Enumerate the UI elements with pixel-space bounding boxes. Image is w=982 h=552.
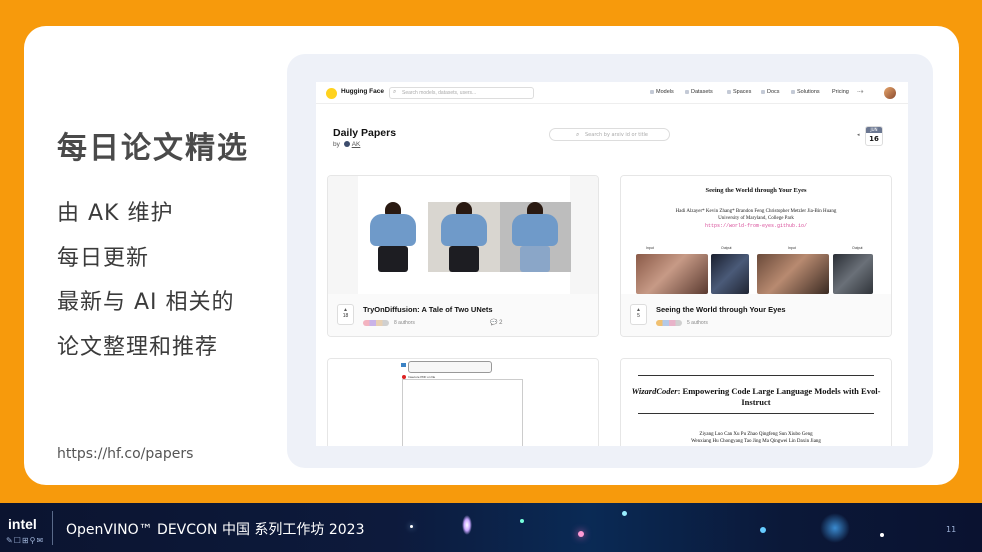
event-title: OpenVINO™ DEVCON 中国 系列工作坊 2023 <box>66 522 365 538</box>
hugging-face-logo-icon[interactable] <box>326 88 337 99</box>
user-avatar[interactable] <box>884 87 896 99</box>
nav-docs[interactable]: Docs <box>761 89 780 95</box>
face-photo <box>636 254 708 294</box>
reconstruction-image <box>711 254 749 294</box>
sparkle-decoration <box>520 519 524 523</box>
model-photo <box>429 202 499 272</box>
slide-title: 每日论文精选 <box>57 131 249 166</box>
search-icon: ⌕ <box>393 89 397 95</box>
hf-search-placeholder: Search models, datasets, users... <box>402 90 477 96</box>
spaces-icon <box>727 89 731 94</box>
paper-search-input[interactable]: ⌕ Search by arxiv id or title <box>549 128 670 141</box>
paper-card[interactable]: Seeing the World through Your Eyes Hadi … <box>620 175 892 337</box>
thumb-authors: Hadi Alzayer* Kevin Zhang* Brandon Feng … <box>675 209 837 221</box>
bullet-item: 每日更新 <box>57 245 150 271</box>
paper-thumbnail[interactable] <box>328 176 598 294</box>
paper-footer: ▲ 5 Seeing the World through Your Eyes 5 … <box>621 294 891 336</box>
thumb-label: Input <box>788 246 796 250</box>
thumb-label: Input <box>646 246 654 250</box>
title-rule <box>638 413 874 414</box>
pdf-toolbar <box>408 361 492 373</box>
comment-count[interactable]: 💬 2 <box>490 319 503 326</box>
search-icon: ⌕ <box>576 131 580 138</box>
upvote-button[interactable]: ▲ 5 <box>630 304 647 325</box>
hf-brand[interactable]: Hugging Face <box>341 88 384 95</box>
paper-thumbnail[interactable]: Insecure PDF on file <box>328 359 598 446</box>
title-rule <box>638 375 874 376</box>
face-photo <box>757 254 829 294</box>
bullet-list: 由 AK 维护 每日更新 最新与 AI 相关的 论文整理和推荐 <box>57 198 235 376</box>
slide-footer: intel ✎☐⊞⚲✉ OpenVINO™ DEVCON 中国 系列工作坊 20… <box>0 503 982 552</box>
thumb-label: Output <box>721 246 732 250</box>
bullet-item: 最新与 AI 相关的 <box>57 290 235 315</box>
sparkle-decoration <box>578 531 584 537</box>
bullet-item: 论文整理和推荐 <box>57 334 219 360</box>
pdf-icon <box>401 363 406 367</box>
paper-card[interactable]: Insecure PDF on file <box>327 358 599 446</box>
paper-thumbnail[interactable]: WizardCoder: Empowering Code Large Langu… <box>621 359 891 446</box>
thumb-authors: Ziyang Luo Can Xu Pu Zhao Qingfeng Sun X… <box>691 432 821 444</box>
author-count: 5 authors <box>687 320 708 326</box>
sparkle-decoration <box>880 533 884 537</box>
sparkle-decoration <box>462 515 472 535</box>
nav-models[interactable]: Models <box>650 89 674 95</box>
reconstruction-image <box>833 254 873 294</box>
thumb-url: https://world-from-eyes.github.io/ <box>704 223 808 229</box>
nav-solutions[interactable]: Solutions <box>791 89 820 95</box>
paper-search-placeholder: Search by arxiv id or title <box>585 132 649 138</box>
date-picker[interactable]: JUN 16 <box>865 126 883 146</box>
author-count: 8 authors <box>394 320 415 326</box>
paper-thumbnail[interactable]: Seeing the World through Your Eyes Hadi … <box>621 176 891 294</box>
footer-icons: ✎☐⊞⚲✉ <box>6 536 45 545</box>
paper-card[interactable]: ▲ 18 TryOnDiffusion: A Tale of Two UNets … <box>327 175 599 337</box>
hf-navbar: Hugging Face ⌕ Search models, datasets, … <box>316 82 908 104</box>
thumb-label: Output <box>852 246 863 250</box>
author-avatars <box>363 320 389 326</box>
nav-spaces[interactable]: Spaces <box>727 89 751 95</box>
paper-title[interactable]: Seeing the World through Your Eyes <box>656 305 786 314</box>
daily-papers-title: Daily Papers <box>333 127 397 139</box>
solutions-icon <box>791 89 795 94</box>
intel-logo: intel <box>8 516 37 532</box>
page-number: 11 <box>946 525 957 534</box>
footer-divider <box>52 511 53 545</box>
nav-pricing[interactable]: Pricing <box>832 89 849 95</box>
datasets-icon <box>685 89 689 94</box>
paper-title[interactable]: TryOnDiffusion: A Tale of Two UNets <box>363 305 493 314</box>
paper-card[interactable]: WizardCoder: Empowering Code Large Langu… <box>620 358 892 446</box>
sparkle-decoration <box>760 527 766 533</box>
hf-screenshot: Hugging Face ⌕ Search models, datasets, … <box>316 82 908 446</box>
docs-icon <box>761 89 765 94</box>
nav-datasets[interactable]: Datasets <box>685 89 713 95</box>
daily-papers-byline: by AK <box>333 141 361 148</box>
sparkle-decoration <box>622 511 627 516</box>
thumb-title: Seeing the World through Your Eyes <box>705 187 807 194</box>
vote-count: 18 <box>342 313 349 319</box>
tryon-image-strip <box>358 176 571 294</box>
model-photo <box>358 202 428 272</box>
paper-footer: ▲ 18 TryOnDiffusion: A Tale of Two UNets … <box>328 294 598 336</box>
ak-avatar-icon <box>343 141 350 148</box>
hf-search-input[interactable]: ⌕ Search models, datasets, users... <box>389 87 534 99</box>
comment-icon: 💬 <box>490 320 498 326</box>
bullet-item: 由 AK 维护 <box>57 201 174 226</box>
sparkle-decoration <box>820 513 850 543</box>
prev-day-icon[interactable]: ◂ <box>857 132 860 138</box>
pdf-frame <box>402 379 523 446</box>
vote-count: 5 <box>637 313 640 319</box>
papers-link[interactable]: https://hf.co/papers <box>57 446 193 462</box>
models-icon <box>650 89 654 94</box>
upvote-button[interactable]: ▲ 18 <box>337 304 354 325</box>
thumb-title: WizardCoder: Empowering Code Large Langu… <box>631 386 881 407</box>
menu-arrow-icon[interactable]: ⇢ <box>857 87 864 96</box>
author-link[interactable]: AK <box>352 141 361 148</box>
sparkle-decoration <box>410 525 413 528</box>
date-day: 16 <box>869 135 879 143</box>
author-avatars <box>656 320 682 326</box>
model-photo <box>500 202 570 272</box>
